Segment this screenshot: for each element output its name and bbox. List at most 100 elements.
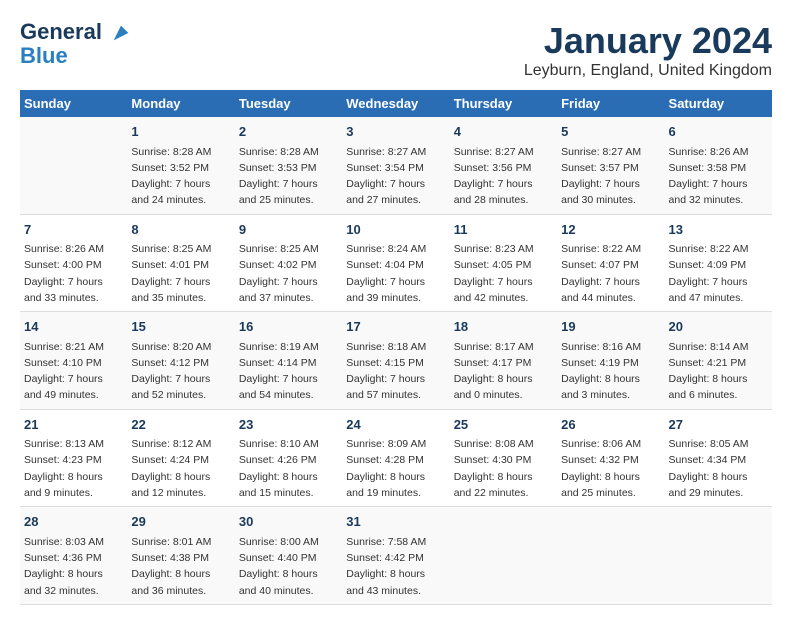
calendar-cell: 1Sunrise: 8:28 AM Sunset: 3:52 PM Daylig… (127, 117, 234, 214)
calendar-cell (20, 117, 127, 214)
day-number: 19 (561, 317, 660, 337)
day-number: 5 (561, 122, 660, 142)
day-info: Sunrise: 8:10 AM Sunset: 4:26 PM Dayligh… (239, 436, 338, 501)
day-info: Sunrise: 8:27 AM Sunset: 3:56 PM Dayligh… (454, 144, 553, 209)
page-header: General Blue January 2024 Leyburn, Engla… (20, 20, 772, 80)
calendar-body: 1Sunrise: 8:28 AM Sunset: 3:52 PM Daylig… (20, 117, 772, 604)
calendar-cell: 25Sunrise: 8:08 AM Sunset: 4:30 PM Dayli… (450, 409, 557, 507)
col-sunday: Sunday (20, 90, 127, 117)
day-info: Sunrise: 8:00 AM Sunset: 4:40 PM Dayligh… (239, 534, 338, 599)
calendar-cell: 22Sunrise: 8:12 AM Sunset: 4:24 PM Dayli… (127, 409, 234, 507)
day-info: Sunrise: 8:06 AM Sunset: 4:32 PM Dayligh… (561, 436, 660, 501)
calendar-cell: 16Sunrise: 8:19 AM Sunset: 4:14 PM Dayli… (235, 312, 342, 410)
day-info: Sunrise: 8:09 AM Sunset: 4:28 PM Dayligh… (346, 436, 445, 501)
location: Leyburn, England, United Kingdom (524, 62, 772, 80)
calendar-cell: 10Sunrise: 8:24 AM Sunset: 4:04 PM Dayli… (342, 214, 449, 312)
day-info: Sunrise: 8:26 AM Sunset: 4:00 PM Dayligh… (24, 241, 123, 306)
calendar-cell: 23Sunrise: 8:10 AM Sunset: 4:26 PM Dayli… (235, 409, 342, 507)
calendar-cell: 12Sunrise: 8:22 AM Sunset: 4:07 PM Dayli… (557, 214, 664, 312)
day-number: 29 (131, 512, 230, 532)
calendar-cell: 5Sunrise: 8:27 AM Sunset: 3:57 PM Daylig… (557, 117, 664, 214)
day-number: 12 (561, 220, 660, 240)
calendar-cell: 20Sunrise: 8:14 AM Sunset: 4:21 PM Dayli… (665, 312, 772, 410)
day-number: 8 (131, 220, 230, 240)
day-number: 24 (346, 415, 445, 435)
day-number: 21 (24, 415, 123, 435)
day-info: Sunrise: 8:23 AM Sunset: 4:05 PM Dayligh… (454, 241, 553, 306)
logo-icon (110, 22, 132, 44)
day-number: 22 (131, 415, 230, 435)
calendar-cell: 29Sunrise: 8:01 AM Sunset: 4:38 PM Dayli… (127, 507, 234, 605)
calendar-cell: 31Sunrise: 7:58 AM Sunset: 4:42 PM Dayli… (342, 507, 449, 605)
day-info: Sunrise: 8:26 AM Sunset: 3:58 PM Dayligh… (669, 144, 768, 209)
day-info: Sunrise: 8:08 AM Sunset: 4:30 PM Dayligh… (454, 436, 553, 501)
col-monday: Monday (127, 90, 234, 117)
day-number: 31 (346, 512, 445, 532)
calendar-cell: 19Sunrise: 8:16 AM Sunset: 4:19 PM Dayli… (557, 312, 664, 410)
day-number: 13 (669, 220, 768, 240)
day-number: 18 (454, 317, 553, 337)
day-info: Sunrise: 8:25 AM Sunset: 4:02 PM Dayligh… (239, 241, 338, 306)
day-number: 1 (131, 122, 230, 142)
calendar-week-2: 7Sunrise: 8:26 AM Sunset: 4:00 PM Daylig… (20, 214, 772, 312)
day-number: 26 (561, 415, 660, 435)
day-info: Sunrise: 8:16 AM Sunset: 4:19 PM Dayligh… (561, 339, 660, 404)
calendar-cell: 30Sunrise: 8:00 AM Sunset: 4:40 PM Dayli… (235, 507, 342, 605)
calendar-cell: 27Sunrise: 8:05 AM Sunset: 4:34 PM Dayli… (665, 409, 772, 507)
day-number: 30 (239, 512, 338, 532)
calendar-cell: 7Sunrise: 8:26 AM Sunset: 4:00 PM Daylig… (20, 214, 127, 312)
col-wednesday: Wednesday (342, 90, 449, 117)
day-number: 9 (239, 220, 338, 240)
day-info: Sunrise: 8:28 AM Sunset: 3:53 PM Dayligh… (239, 144, 338, 209)
day-info: Sunrise: 8:12 AM Sunset: 4:24 PM Dayligh… (131, 436, 230, 501)
day-info: Sunrise: 8:22 AM Sunset: 4:07 PM Dayligh… (561, 241, 660, 306)
day-number: 14 (24, 317, 123, 337)
day-info: Sunrise: 8:27 AM Sunset: 3:57 PM Dayligh… (561, 144, 660, 209)
calendar-week-5: 28Sunrise: 8:03 AM Sunset: 4:36 PM Dayli… (20, 507, 772, 605)
calendar-cell: 6Sunrise: 8:26 AM Sunset: 3:58 PM Daylig… (665, 117, 772, 214)
calendar-cell: 8Sunrise: 8:25 AM Sunset: 4:01 PM Daylig… (127, 214, 234, 312)
calendar-cell (450, 507, 557, 605)
calendar-week-1: 1Sunrise: 8:28 AM Sunset: 3:52 PM Daylig… (20, 117, 772, 214)
calendar-cell: 17Sunrise: 8:18 AM Sunset: 4:15 PM Dayli… (342, 312, 449, 410)
col-tuesday: Tuesday (235, 90, 342, 117)
day-number: 3 (346, 122, 445, 142)
day-info: Sunrise: 8:20 AM Sunset: 4:12 PM Dayligh… (131, 339, 230, 404)
calendar-cell: 3Sunrise: 8:27 AM Sunset: 3:54 PM Daylig… (342, 117, 449, 214)
logo-general: General (20, 19, 102, 44)
day-number: 7 (24, 220, 123, 240)
calendar-cell: 28Sunrise: 8:03 AM Sunset: 4:36 PM Dayli… (20, 507, 127, 605)
day-number: 6 (669, 122, 768, 142)
day-number: 15 (131, 317, 230, 337)
day-info: Sunrise: 8:03 AM Sunset: 4:36 PM Dayligh… (24, 534, 123, 599)
calendar-cell: 24Sunrise: 8:09 AM Sunset: 4:28 PM Dayli… (342, 409, 449, 507)
day-number: 28 (24, 512, 123, 532)
logo: General Blue (20, 20, 132, 68)
title-block: January 2024 Leyburn, England, United Ki… (524, 20, 772, 80)
col-saturday: Saturday (665, 90, 772, 117)
calendar-cell: 21Sunrise: 8:13 AM Sunset: 4:23 PM Dayli… (20, 409, 127, 507)
day-number: 2 (239, 122, 338, 142)
day-number: 10 (346, 220, 445, 240)
day-number: 11 (454, 220, 553, 240)
calendar-cell: 4Sunrise: 8:27 AM Sunset: 3:56 PM Daylig… (450, 117, 557, 214)
day-info: Sunrise: 8:05 AM Sunset: 4:34 PM Dayligh… (669, 436, 768, 501)
day-info: Sunrise: 8:17 AM Sunset: 4:17 PM Dayligh… (454, 339, 553, 404)
day-info: Sunrise: 8:27 AM Sunset: 3:54 PM Dayligh… (346, 144, 445, 209)
day-info: Sunrise: 8:19 AM Sunset: 4:14 PM Dayligh… (239, 339, 338, 404)
day-number: 23 (239, 415, 338, 435)
day-number: 16 (239, 317, 338, 337)
month-title: January 2024 (524, 20, 772, 62)
col-friday: Friday (557, 90, 664, 117)
day-info: Sunrise: 8:21 AM Sunset: 4:10 PM Dayligh… (24, 339, 123, 404)
day-info: Sunrise: 8:01 AM Sunset: 4:38 PM Dayligh… (131, 534, 230, 599)
day-info: Sunrise: 8:28 AM Sunset: 3:52 PM Dayligh… (131, 144, 230, 209)
calendar-cell (665, 507, 772, 605)
calendar-header: Sunday Monday Tuesday Wednesday Thursday… (20, 90, 772, 117)
calendar-cell: 11Sunrise: 8:23 AM Sunset: 4:05 PM Dayli… (450, 214, 557, 312)
calendar-cell: 26Sunrise: 8:06 AM Sunset: 4:32 PM Dayli… (557, 409, 664, 507)
day-info: Sunrise: 8:13 AM Sunset: 4:23 PM Dayligh… (24, 436, 123, 501)
day-number: 17 (346, 317, 445, 337)
calendar-cell (557, 507, 664, 605)
calendar-week-3: 14Sunrise: 8:21 AM Sunset: 4:10 PM Dayli… (20, 312, 772, 410)
